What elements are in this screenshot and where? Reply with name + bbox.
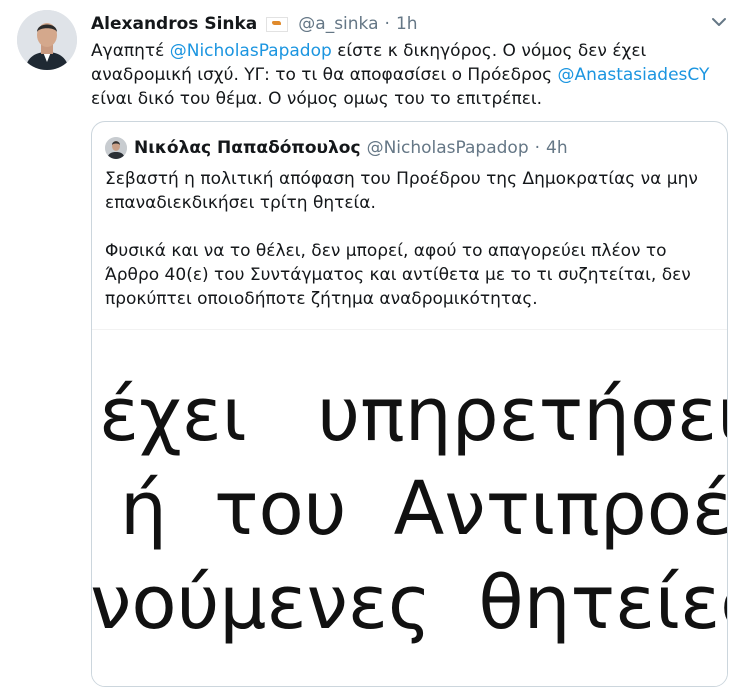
quoted-tweet[interactable]: Νικόλας Παπαδόπουλος @NicholasPapadop · … bbox=[91, 121, 728, 687]
quoted-tweet-header: Νικόλας Παπαδόπουλος @NicholasPapadop · … bbox=[105, 136, 717, 160]
quoted-author-avatar[interactable] bbox=[105, 137, 127, 159]
person-photo-icon bbox=[17, 10, 77, 70]
author-avatar[interactable] bbox=[17, 10, 77, 70]
quoted-author-handle[interactable]: @NicholasPapadop bbox=[367, 138, 529, 158]
quoted-tweet-text: Σεβαστή η πολιτική απόφαση του Προέδρου … bbox=[105, 167, 710, 311]
quoted-paragraph: Φυσικά και να το θέλει, δεν μπορεί, αφού… bbox=[105, 241, 691, 309]
author-name[interactable]: Alexandros Sinka bbox=[91, 14, 257, 34]
separator-dot: · bbox=[534, 138, 541, 158]
author-handle[interactable]: @a_sinka bbox=[298, 14, 378, 34]
image-text-line: έχει υπηρετήσει bbox=[99, 372, 727, 458]
separator-dot: · bbox=[384, 14, 390, 34]
quoted-tweet-image[interactable]: έχει υπηρετήσει ή του Αντιπροέδρου νούμε… bbox=[92, 329, 727, 686]
tweet-text-part: Αγαπητέ bbox=[91, 41, 170, 61]
quoted-paragraph: Σεβαστή η πολιτική απόφαση του Προέδρου … bbox=[105, 169, 698, 213]
tweet-timestamp[interactable]: 1h bbox=[396, 14, 418, 34]
tweet[interactable]: Alexandros Sinka @a_sinka · 1h Αγαπητέ @… bbox=[0, 0, 747, 697]
image-text-line: νούμενες θητείες bbox=[92, 560, 727, 646]
tweet-header: Alexandros Sinka @a_sinka · 1h bbox=[91, 12, 717, 36]
quoted-timestamp[interactable]: 4h bbox=[546, 138, 568, 158]
image-text-line: ή του Αντιπροέδρου bbox=[120, 466, 727, 552]
chevron-down-icon[interactable] bbox=[709, 12, 729, 32]
person-photo-icon bbox=[105, 137, 127, 159]
mention-link[interactable]: @AnastasiadesCY bbox=[558, 65, 710, 85]
cyprus-flag-icon bbox=[266, 16, 289, 32]
tweet-text-part: είναι δικό του θέμα. Ο νόμος ομως του το… bbox=[91, 89, 543, 109]
tweet-text: Αγαπητέ @NicholasPapadop είστε κ δικηγόρ… bbox=[91, 39, 731, 111]
quoted-author-name[interactable]: Νικόλας Παπαδόπουλος bbox=[134, 138, 361, 158]
mention-link[interactable]: @NicholasPapadop bbox=[170, 41, 332, 61]
